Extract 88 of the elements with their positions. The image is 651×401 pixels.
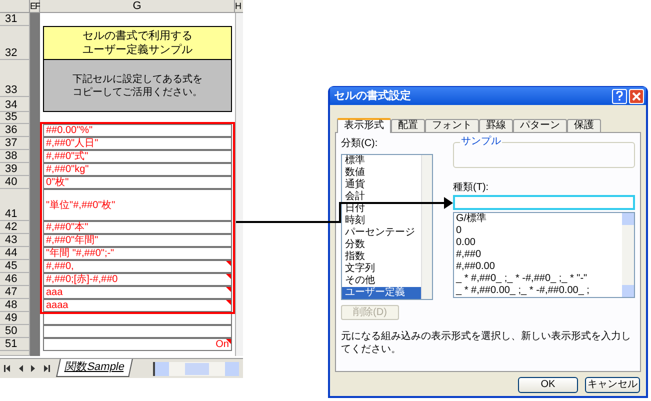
sheet-prev-icon[interactable]	[17, 365, 24, 372]
row-header[interactable]: 32	[0, 26, 30, 60]
table-cell: On	[43, 338, 232, 351]
list-item[interactable]: _ * #,##0.00_ ;_ * -#,##0.00_ ;	[454, 285, 622, 297]
row-header[interactable]: 33	[0, 60, 30, 97]
title-text: セルの書式で利用する	[82, 29, 192, 43]
row-header[interactable]: 43	[0, 234, 30, 247]
list-item[interactable]: #,##0.00	[454, 261, 622, 273]
list-item[interactable]: ユーザー定義	[342, 287, 421, 299]
list-item[interactable]: #,##0	[454, 249, 622, 261]
list-item[interactable]: _ * #,##0_ ;_ * -#,##0_ ;_ * "-"	[454, 273, 622, 285]
list-item[interactable]: 通貨	[342, 179, 421, 191]
dialog-button[interactable]: OK	[518, 377, 578, 393]
tab[interactable]: 表示形式	[337, 118, 391, 133]
window-title: セルの書式設定	[334, 88, 412, 104]
sheet-first-icon[interactable]	[4, 365, 11, 372]
tab[interactable]: 保護	[567, 119, 601, 132]
description-text: 元になる組み込みの表示形式を選択し、新しい表示形式を入力してください。	[341, 330, 632, 356]
table-cell: #,##0"本"	[43, 221, 232, 234]
note-text: 下記セルに設定してある式を	[72, 72, 202, 86]
list-item[interactable]: パーセンテージ	[342, 227, 421, 239]
table-cell: #,##0,	[43, 260, 232, 273]
row-header[interactable]: 31	[0, 13, 30, 26]
table-cell: "年間 "#,##0";-"	[43, 247, 232, 260]
corner-cell[interactable]	[0, 0, 30, 13]
tab[interactable]: フォント	[425, 119, 479, 132]
tab[interactable]: パターン	[513, 119, 567, 132]
help-button[interactable]	[612, 88, 627, 104]
row-header[interactable]: 47	[0, 286, 30, 299]
row-header[interactable]: 46	[0, 273, 30, 286]
question-mark-icon	[616, 91, 623, 101]
table-cell: #,##0"kg"	[43, 163, 232, 176]
row-header[interactable]: 44	[0, 247, 30, 260]
column-header[interactable]: H	[235, 0, 243, 13]
tab[interactable]: 罫線	[479, 119, 513, 132]
row-header[interactable]: 36	[0, 124, 30, 137]
column-header[interactable]: EF	[30, 0, 40, 13]
table-cell: ##0.00"%"	[43, 124, 232, 137]
table-cell: "単位"#,##0"枚"	[43, 189, 232, 221]
title-text: ユーザー定義サンプル	[82, 43, 192, 57]
row-header[interactable]: 51	[0, 338, 30, 351]
table-cell: #,##0"式"	[43, 150, 232, 163]
row-header[interactable]: 48	[0, 299, 30, 312]
list-item[interactable]: G/標準	[454, 213, 622, 225]
list-item[interactable]: 分数	[342, 239, 421, 251]
sheet-last-icon[interactable]	[43, 365, 50, 372]
row-header[interactable]: 45	[0, 260, 30, 273]
list-scrollbar[interactable]	[622, 213, 634, 297]
table-cell: #,##0"人日"	[43, 137, 232, 150]
list-item[interactable]: 文字列	[342, 263, 421, 275]
table-cell: aaa	[43, 286, 232, 299]
column-header[interactable]: G	[40, 0, 235, 13]
list-item[interactable]: 指数	[342, 251, 421, 263]
note-text: コピーしてご活用ください。	[72, 86, 202, 98]
row-header[interactable]: 40	[0, 176, 30, 189]
list-item[interactable]: 標準	[342, 155, 421, 167]
sheet-tab[interactable]: 関数Sample	[56, 358, 134, 376]
table-cell: 0"枚"	[43, 176, 232, 189]
table-cell: aaaa	[43, 299, 232, 312]
row-header[interactable]: 39	[0, 163, 30, 176]
table-cell: #,##0"年間"	[43, 234, 232, 247]
table-cell: #,##0;[赤]-#,##0	[43, 273, 232, 286]
row-header[interactable]: 37	[0, 137, 30, 150]
list-item[interactable]: 0.00	[454, 237, 622, 249]
field-label: 種類(T):	[453, 182, 490, 194]
horizontal-scrollbar[interactable]	[153, 362, 239, 376]
list-item[interactable]: 数値	[342, 167, 421, 179]
list-scrollbar[interactable]	[421, 155, 432, 299]
row-header[interactable]: 38	[0, 150, 30, 163]
row-header[interactable]: 49	[0, 312, 30, 325]
row-header[interactable]: 41	[0, 189, 30, 221]
list-item[interactable]: 会計	[342, 191, 421, 203]
tab[interactable]: 配置	[391, 119, 425, 132]
row-header[interactable]: 42	[0, 221, 30, 234]
list-item[interactable]: 0	[454, 225, 622, 237]
close-icon	[632, 92, 641, 100]
row-header[interactable]: 35	[0, 112, 30, 124]
format-input[interactable]	[453, 195, 635, 210]
list-item[interactable]: その他	[342, 275, 421, 287]
field-label: 分類(C):	[341, 138, 379, 150]
list-item[interactable]: 時刻	[342, 215, 421, 227]
sheet-next-icon[interactable]	[30, 365, 37, 372]
format-list[interactable]: G/標準 0 0.00 #,##0 #,##0.00 _ * #,##0_ ;_ * -#,##0_ ;_ * "-" _ * #,##0.00_ ;_ * -#,##0.00_ ;	[453, 212, 635, 298]
dialog-button[interactable]: キャンセル	[585, 377, 640, 393]
close-button[interactable]	[629, 88, 644, 104]
row-header[interactable]: 50	[0, 325, 30, 338]
row-header[interactable]: 34	[0, 97, 30, 112]
group-label: サンプル	[460, 136, 502, 148]
